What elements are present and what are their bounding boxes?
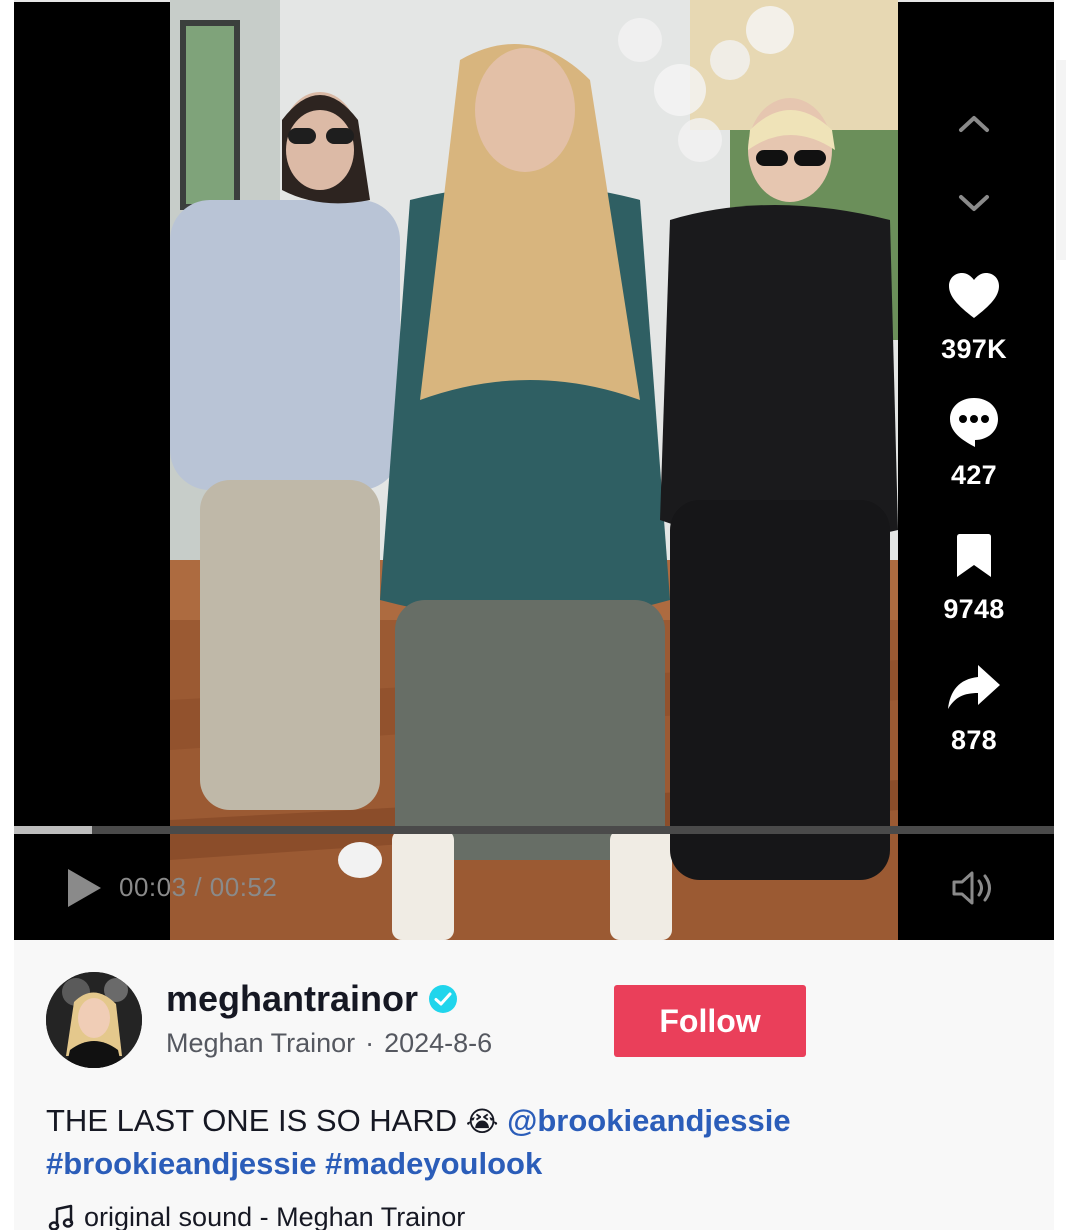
username-row: meghantrainor xyxy=(166,978,458,1020)
current-time: 00:03 xyxy=(119,872,187,902)
save-count: 9748 xyxy=(943,594,1005,624)
music-label: original sound - Meghan Trainor xyxy=(84,1202,466,1230)
follow-button[interactable]: Follow xyxy=(614,985,806,1057)
hashtag-link[interactable]: #brookieandjessie xyxy=(46,1146,317,1181)
next-video-button[interactable] xyxy=(950,179,998,227)
caption-text: THE LAST ONE IS SO HARD xyxy=(46,1103,458,1138)
bookmark-icon xyxy=(944,526,1004,586)
like-count: 397K xyxy=(941,334,1007,364)
like-button[interactable]: 397K xyxy=(934,266,1014,365)
verified-badge-icon xyxy=(429,985,458,1013)
video-caption: THE LAST ONE IS SO HARD 😭 @brookieandjes… xyxy=(46,1100,1006,1185)
playback-time: 00:03 / 00:52 xyxy=(119,872,277,903)
music-link[interactable]: original sound - Meghan Trainor xyxy=(48,1202,465,1230)
progress-bar-fill xyxy=(14,826,92,834)
video-frame[interactable] xyxy=(170,0,898,940)
crying-emoji: 😭 xyxy=(465,1105,499,1138)
chevron-up-icon xyxy=(959,116,989,132)
comment-button[interactable]: 427 xyxy=(934,392,1014,491)
avatar[interactable] xyxy=(46,972,142,1068)
post-date: 2024-8-6 xyxy=(384,1028,493,1058)
video-info-panel: meghantrainor Meghan Trainor · 2024-8-6 … xyxy=(14,940,1054,1230)
author-subline: Meghan Trainor · 2024-8-6 xyxy=(166,1028,492,1059)
save-button[interactable]: 9748 xyxy=(934,526,1014,625)
mention-link[interactable]: @brookieandjessie xyxy=(507,1103,791,1138)
volume-button[interactable] xyxy=(948,866,1000,910)
hashtag-link[interactable]: #madeyoulook xyxy=(325,1146,542,1181)
comment-bubble-icon xyxy=(944,392,1004,452)
tiktok-video-page: 397K 427 9748 878 00:03 / 00:52 meghantr… xyxy=(0,0,1066,1230)
previous-video-button[interactable] xyxy=(950,99,998,147)
progress-bar[interactable] xyxy=(14,826,1054,834)
share-arrow-icon xyxy=(944,657,1004,717)
page-scrollbar[interactable] xyxy=(1056,60,1066,260)
video-player[interactable]: 397K 427 9748 878 00:03 / 00:52 xyxy=(14,0,1054,940)
comment-count: 427 xyxy=(951,460,997,490)
share-button[interactable]: 878 xyxy=(934,657,1014,756)
chevron-down-icon xyxy=(959,195,989,211)
share-count: 878 xyxy=(951,725,997,755)
play-icon xyxy=(68,869,101,907)
username-link[interactable]: meghantrainor xyxy=(166,978,418,1020)
subline-separator: · xyxy=(365,1028,375,1058)
display-name: Meghan Trainor xyxy=(166,1028,356,1058)
video-content-illustration xyxy=(170,0,898,940)
volume-icon xyxy=(952,871,991,905)
play-button[interactable] xyxy=(58,862,110,914)
music-note-icon xyxy=(48,1204,74,1230)
heart-icon xyxy=(944,266,1004,326)
time-separator: / xyxy=(194,872,203,902)
total-time: 00:52 xyxy=(209,872,278,902)
